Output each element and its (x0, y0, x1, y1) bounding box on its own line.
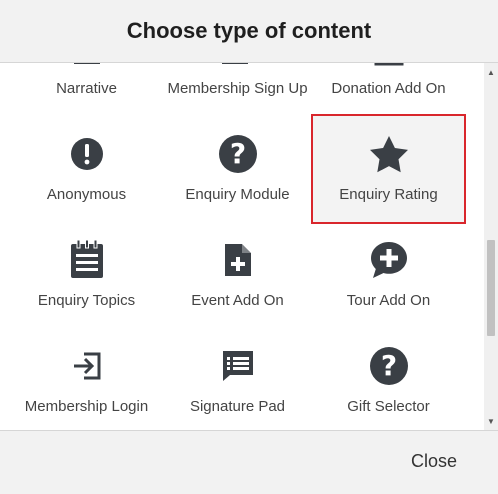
tile-label: Signature Pad (189, 398, 286, 415)
dialog-header: Choose type of content (0, 0, 498, 63)
vertical-scrollbar[interactable]: ▲ ▼ (484, 63, 498, 430)
sign-in-icon (67, 346, 107, 386)
plus-speech-bubble-icon (369, 240, 409, 280)
scroll-down-arrow-icon[interactable]: ▼ (484, 414, 498, 428)
tile-enquiry-rating[interactable]: Enquiry Rating (311, 114, 466, 224)
question-circle-icon: ? (369, 346, 409, 386)
tile-label: Narrative (56, 80, 117, 97)
dialog-footer: Close (0, 430, 498, 494)
content-type-dialog: Choose type of content Narrative Members… (0, 0, 498, 494)
document-icon (67, 63, 107, 68)
tile-donation-add-on[interactable]: $ Donation Add On (313, 63, 464, 116)
tile-signature-pad[interactable]: Signature Pad (162, 328, 313, 430)
tile-label: Enquiry Topics (37, 292, 136, 309)
tile-label: Membership Login (24, 398, 149, 415)
tile-label: Anonymous (46, 186, 127, 203)
tile-label: Gift Selector (347, 398, 430, 415)
close-button[interactable]: Close (411, 451, 457, 472)
tile-label: Enquiry Module (185, 186, 290, 203)
tile-label: Event Add On (191, 292, 284, 309)
dialog-title: Choose type of content (126, 18, 372, 43)
tile-event-add-on[interactable]: Event Add On (162, 222, 313, 328)
scroll-up-arrow-icon[interactable]: ▲ (484, 65, 498, 79)
dollar-clipboard-icon: $ (369, 63, 409, 68)
tile-narrative[interactable]: Narrative (11, 63, 162, 116)
tile-anonymous[interactable]: Anonymous (11, 116, 162, 222)
content-type-list[interactable]: Narrative Membership Sign Up $ Donation … (0, 63, 484, 430)
scrollbar-thumb[interactable] (487, 240, 495, 336)
add-gallery-icon (218, 63, 258, 68)
content-type-grid: Narrative Membership Sign Up $ Donation … (0, 63, 484, 430)
notepad-icon (67, 240, 107, 280)
tile-membership-login[interactable]: Membership Login (11, 328, 162, 430)
question-circle-icon: ? (218, 134, 258, 174)
tile-enquiry-topics[interactable]: Enquiry Topics (11, 222, 162, 328)
tile-membership-sign-up[interactable]: Membership Sign Up (162, 63, 313, 116)
tile-label: Enquiry Rating (339, 186, 438, 203)
tile-tour-add-on[interactable]: Tour Add On (313, 222, 464, 328)
svg-text:?: ? (380, 349, 396, 382)
exclamation-circle-icon (67, 134, 107, 174)
message-lines-icon (218, 346, 258, 386)
star-icon (369, 134, 409, 174)
tile-label: Donation Add On (331, 80, 446, 97)
svg-text:?: ? (229, 137, 245, 170)
tile-label: Tour Add On (346, 292, 431, 309)
file-plus-icon (218, 240, 258, 280)
tile-label: Membership Sign Up (167, 80, 308, 97)
tile-gift-selector[interactable]: ? Gift Selector (313, 328, 464, 430)
tile-enquiry-module[interactable]: ? Enquiry Module (162, 116, 313, 222)
